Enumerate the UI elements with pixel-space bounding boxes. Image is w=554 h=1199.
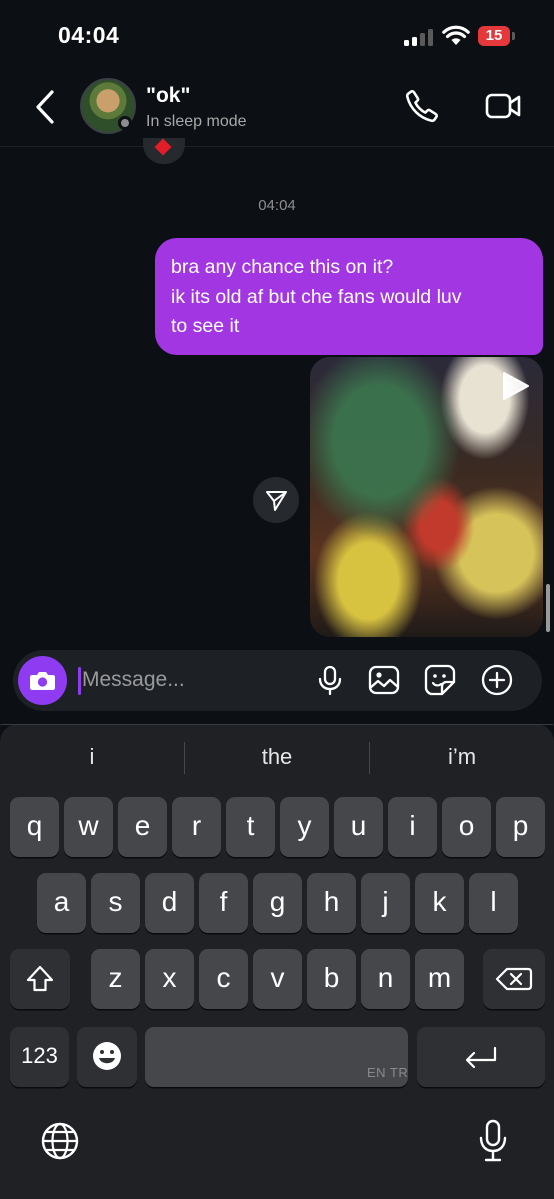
suggestion-1[interactable]: i <box>0 744 184 770</box>
sleep-status-dot <box>118 116 132 130</box>
key-c[interactable]: c <box>199 949 248 1009</box>
send-arrow-icon <box>266 491 287 511</box>
message-line: to see it <box>171 315 240 337</box>
message-line: bra any chance this on it? <box>171 256 394 278</box>
header-divider <box>0 146 554 147</box>
battery-cap <box>512 32 515 40</box>
video-call-icon[interactable] <box>484 90 522 122</box>
key-q[interactable]: q <box>10 797 59 857</box>
numbers-key[interactable]: 123 <box>10 1027 69 1087</box>
key-r[interactable]: r <box>172 797 221 857</box>
message-input[interactable] <box>80 660 302 700</box>
key-l[interactable]: l <box>469 873 518 933</box>
wifi-icon <box>442 25 470 45</box>
message-timestamp: 04:04 <box>258 197 296 214</box>
status-time: 04:04 <box>58 22 120 48</box>
key-d[interactable]: d <box>145 873 194 933</box>
key-u[interactable]: u <box>334 797 383 857</box>
contact-name[interactable]: "ok" <box>146 84 190 108</box>
key-f[interactable]: f <box>199 873 248 933</box>
phone-call-icon[interactable] <box>404 88 440 124</box>
key-m[interactable]: m <box>415 949 464 1009</box>
emoji-icon <box>93 1042 121 1070</box>
key-o[interactable]: o <box>442 797 491 857</box>
dictation-microphone-icon[interactable] <box>474 1118 512 1164</box>
camera-icon <box>30 672 55 690</box>
cellular-signal-icon <box>404 28 434 46</box>
key-v[interactable]: v <box>253 949 302 1009</box>
key-w[interactable]: w <box>64 797 113 857</box>
heart-reaction-icon[interactable] <box>143 138 185 164</box>
key-t[interactable]: t <box>226 797 275 857</box>
return-key[interactable] <box>417 1027 545 1087</box>
backspace-icon <box>495 967 533 991</box>
sticker-icon[interactable] <box>422 662 458 698</box>
return-arrow-icon <box>465 1046 497 1069</box>
key-x[interactable]: x <box>145 949 194 1009</box>
shift-arrow-icon <box>26 965 54 992</box>
emoji-key[interactable] <box>77 1027 137 1087</box>
key-h[interactable]: h <box>307 873 356 933</box>
camera-button[interactable] <box>18 656 67 705</box>
back-chevron-icon[interactable] <box>30 88 62 126</box>
share-button[interactable] <box>253 477 299 523</box>
play-icon[interactable] <box>498 369 532 403</box>
suggestion-3[interactable]: i’m <box>370 744 554 770</box>
suggestion-2[interactable]: the <box>185 744 369 770</box>
key-n[interactable]: n <box>361 949 410 1009</box>
delete-key[interactable] <box>483 949 545 1009</box>
key-g[interactable]: g <box>253 873 302 933</box>
shift-key[interactable] <box>10 949 70 1009</box>
add-icon[interactable] <box>479 662 515 698</box>
microphone-icon[interactable] <box>312 662 348 698</box>
chat-scrollbar[interactable] <box>546 584 550 632</box>
key-s[interactable]: s <box>91 873 140 933</box>
gallery-icon[interactable] <box>366 662 402 698</box>
key-e[interactable]: e <box>118 797 167 857</box>
keyboard-top-edge <box>0 724 554 726</box>
globe-icon[interactable] <box>39 1120 81 1162</box>
key-p[interactable]: p <box>496 797 545 857</box>
key-z[interactable]: z <box>91 949 140 1009</box>
sent-message-bubble[interactable]: bra any chance this on it? ik its old af… <box>155 238 543 355</box>
key-j[interactable]: j <box>361 873 410 933</box>
key-b[interactable]: b <box>307 949 356 1009</box>
battery-indicator: 15 <box>478 26 510 46</box>
key-a[interactable]: a <box>37 873 86 933</box>
keyboard-language: EN TR <box>367 1065 409 1080</box>
key-y[interactable]: y <box>280 797 329 857</box>
key-k[interactable]: k <box>415 873 464 933</box>
key-i[interactable]: i <box>388 797 437 857</box>
contact-status: In sleep mode <box>146 113 247 130</box>
message-line: ik its old af but che fans would luv <box>171 285 462 308</box>
